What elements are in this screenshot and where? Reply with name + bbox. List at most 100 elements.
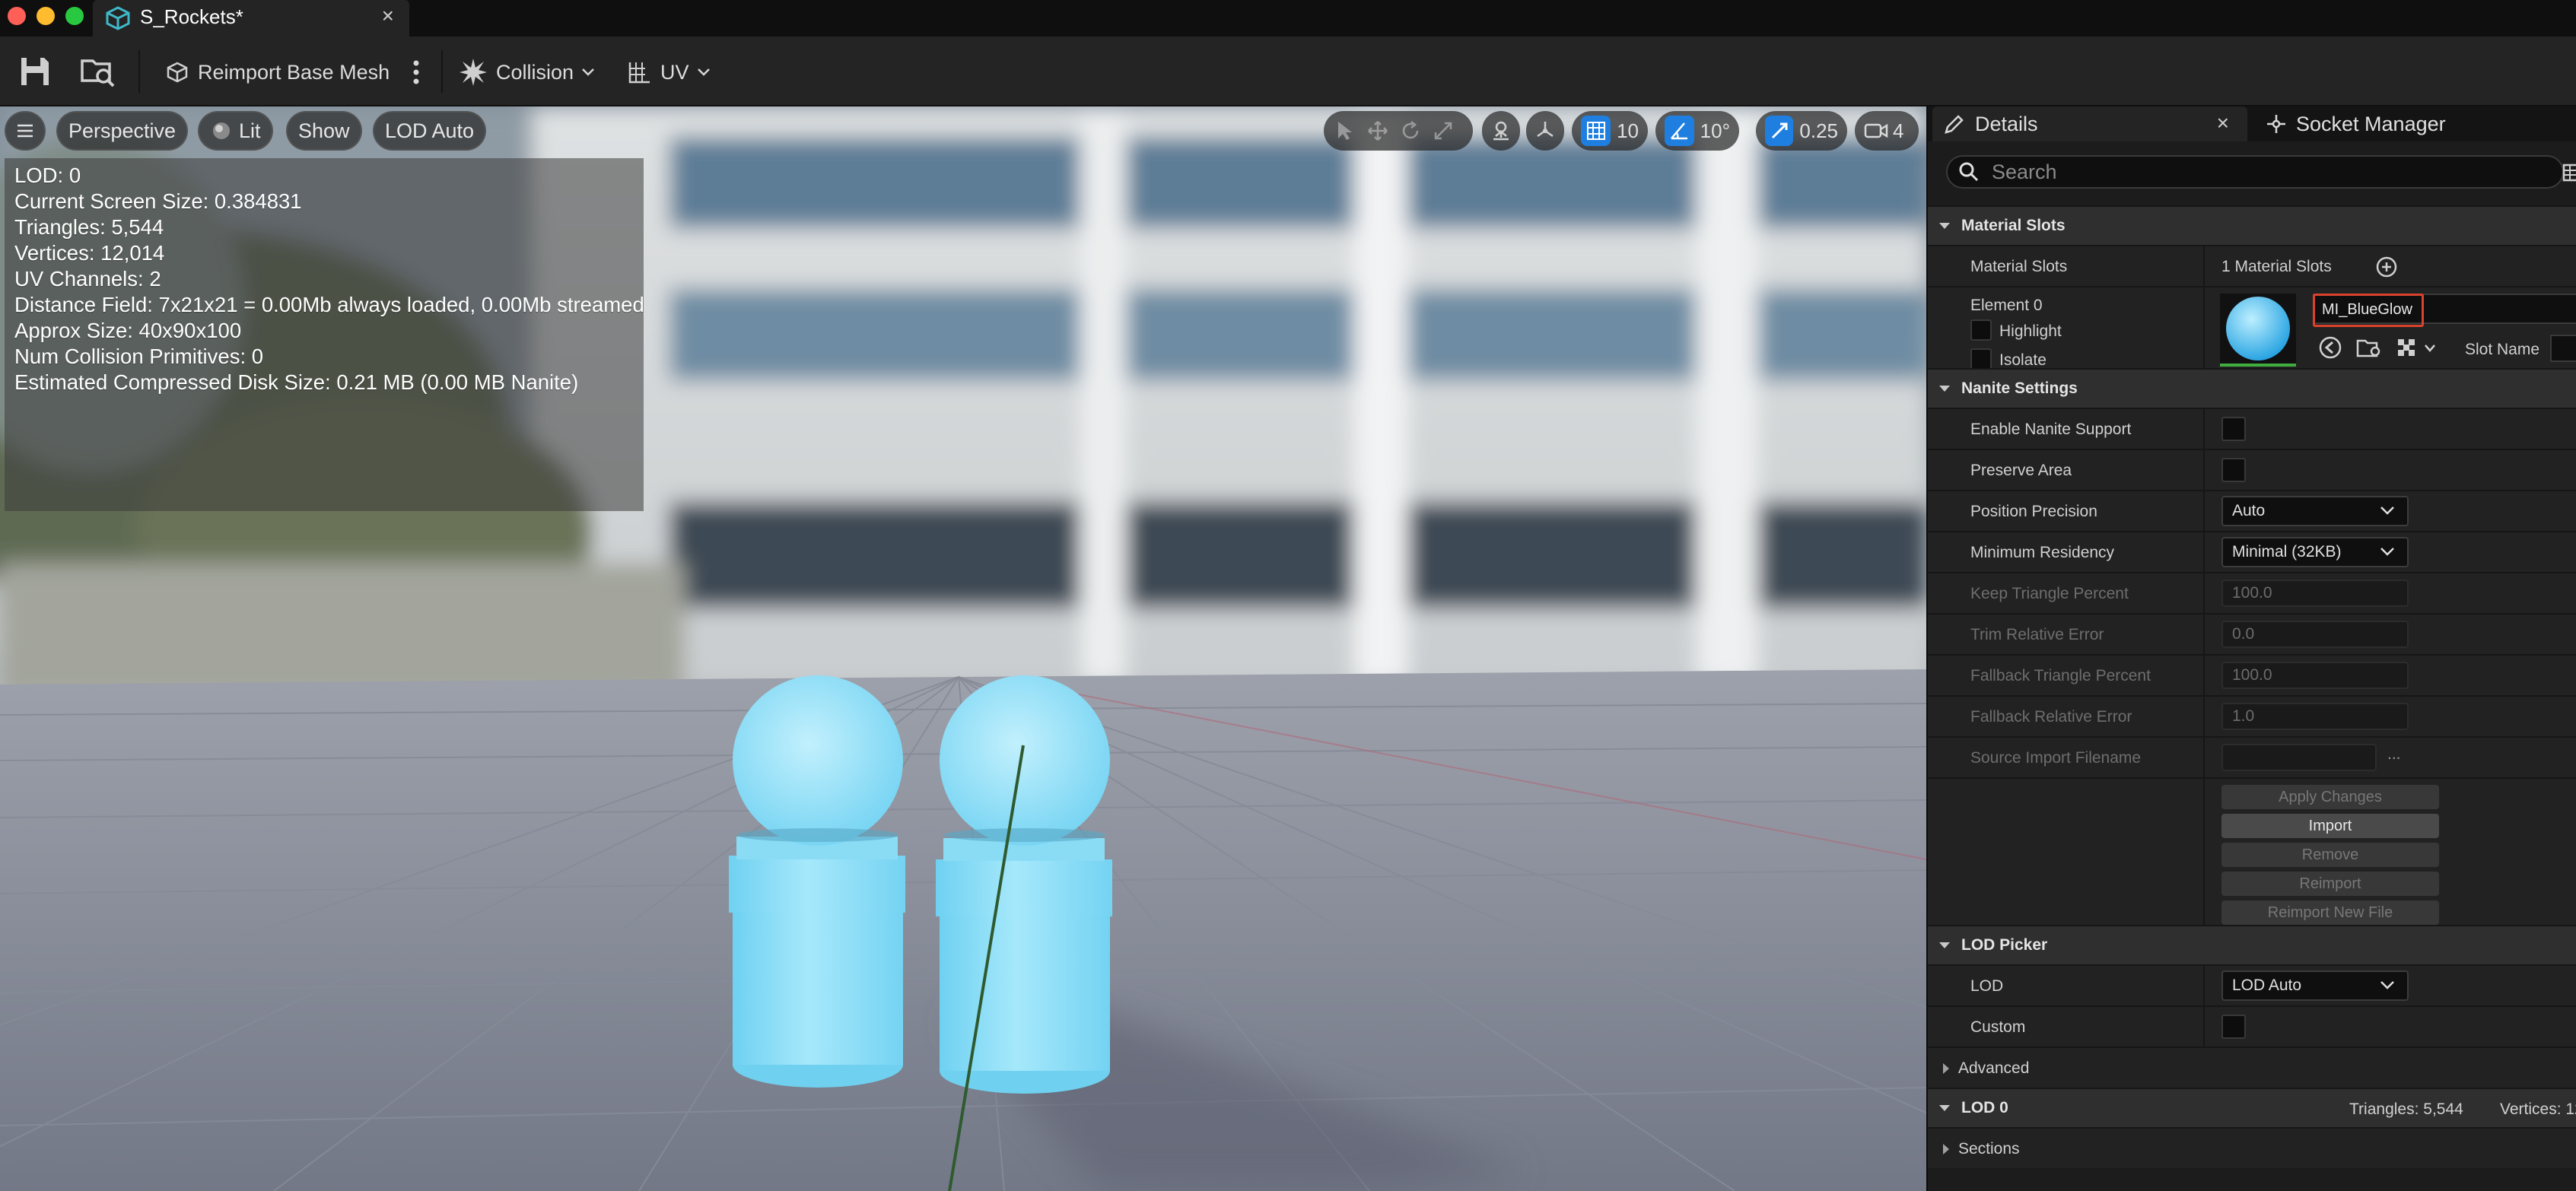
row-trim-error: Trim Relative Error 0.0 — [1928, 613, 2576, 654]
scale-snap-value: 0.25 — [1799, 119, 1838, 142]
grid-snap-control[interactable]: 10 — [1572, 111, 1648, 151]
grid-snap-icon[interactable] — [1581, 116, 1611, 146]
tab-details[interactable]: Details × — [1932, 106, 2247, 141]
isolate-checkbox[interactable] — [1970, 348, 1992, 370]
maximize-window-button[interactable] — [65, 7, 84, 25]
reimport-button[interactable]: Reimport — [2221, 872, 2439, 896]
isolate-label: Isolate — [1999, 351, 2046, 369]
trim-error-input[interactable]: 0.0 — [2221, 621, 2409, 648]
material-slot-count: 1 Material Slots — [2221, 258, 2332, 275]
toolbar: Reimport Base Mesh Collision UV — [0, 37, 2576, 106]
row-label: Preserve Area — [1970, 462, 2072, 479]
rotation-snap-control[interactable]: 10° — [1655, 111, 1739, 151]
highlight-checkbox[interactable] — [1970, 319, 1992, 341]
source-import-input[interactable] — [2221, 744, 2377, 771]
material-asset-field[interactable]: MI_BlueGlow — [2313, 294, 2576, 327]
grid-snap-value: 10 — [1617, 119, 1639, 142]
chevron-down-icon[interactable] — [2424, 344, 2436, 353]
preserve-area-checkbox[interactable] — [2221, 458, 2246, 482]
show-button[interactable]: Show — [286, 111, 362, 151]
material-thumbnail[interactable] — [2220, 294, 2296, 367]
search-icon — [1959, 162, 1979, 182]
table-view-icon[interactable] — [2562, 163, 2576, 183]
details-search[interactable] — [1946, 155, 2564, 189]
toolbar-separator — [138, 50, 140, 93]
viewport[interactable]: Perspective Lit Show LOD Auto 10 10° 0.2… — [0, 106, 1926, 1191]
camera-speed-control[interactable]: 4 — [1855, 111, 1919, 151]
reimport-new-file-button[interactable]: Reimport New File — [2221, 900, 2439, 925]
select-tool-icon[interactable] — [1333, 116, 1356, 146]
minimum-residency-select[interactable]: Minimal (32KB) — [2221, 537, 2409, 567]
remove-button[interactable]: Remove — [2221, 843, 2439, 867]
close-window-button[interactable] — [8, 7, 26, 25]
import-button[interactable]: Import — [2221, 814, 2439, 838]
rotation-snap-icon[interactable] — [1665, 116, 1694, 146]
surface-snap-button[interactable] — [1482, 111, 1520, 151]
section-material-slots[interactable]: Material Slots — [1928, 205, 2576, 245]
browse-folder-icon[interactable] — [2355, 335, 2383, 360]
scale-snap-icon[interactable] — [1765, 116, 1794, 146]
fallback-error-input[interactable]: 1.0 — [2221, 703, 2409, 730]
lod-select[interactable]: LOD Auto — [2221, 970, 2409, 1001]
search-input[interactable] — [1992, 160, 2524, 184]
chevron-down-icon — [1939, 223, 1950, 229]
close-tab-icon[interactable]: × — [382, 4, 394, 28]
row-label: Enable Nanite Support — [1970, 421, 2132, 438]
collision-dropdown[interactable]: Collision — [458, 55, 603, 90]
lod-auto-label: LOD Auto — [385, 119, 475, 142]
fallback-triangle-input[interactable]: 100.0 — [2221, 662, 2409, 689]
translate-tool-icon[interactable] — [1366, 116, 1389, 146]
checker-icon[interactable] — [2395, 336, 2418, 359]
tab-socket-label: Socket Manager — [2296, 112, 2446, 135]
add-slot-icon[interactable] — [2375, 256, 2398, 278]
chevron-down-icon — [1939, 1105, 1950, 1111]
lod0-triangles: Triangles: 5,544 — [2349, 1100, 2463, 1118]
viewport-menu-button[interactable] — [5, 111, 46, 151]
uv-dropdown[interactable]: UV — [627, 55, 718, 90]
row-advanced[interactable]: Advanced — [1928, 1046, 2576, 1088]
row-sections[interactable]: Sections — [1928, 1127, 2576, 1168]
highlight-label: Highlight — [1999, 322, 2062, 340]
save-icon[interactable] — [17, 53, 53, 90]
slot-name-input[interactable] — [2550, 335, 2576, 362]
slot-name-label: Slot Name — [2465, 341, 2540, 358]
position-precision-select[interactable]: Auto — [2221, 496, 2409, 526]
chevron-down-icon — [1939, 386, 1950, 392]
static-mesh-icon — [106, 6, 130, 30]
document-tab-title: S_Rockets* — [140, 5, 243, 28]
apply-changes-button[interactable]: Apply Changes — [2221, 785, 2439, 809]
input-value: 1.0 — [2232, 707, 2255, 725]
stat-line: Current Screen Size: 0.384831 — [14, 189, 302, 213]
section-lod-picker[interactable]: LOD Picker — [1928, 925, 2576, 964]
scale-tool-icon[interactable] — [1431, 116, 1455, 146]
enable-nanite-checkbox[interactable] — [2221, 417, 2246, 441]
document-tab[interactable]: S_Rockets* × — [93, 0, 409, 37]
world-local-button[interactable] — [1526, 111, 1564, 151]
stat-line: Approx Size: 40x90x100 — [14, 319, 242, 342]
input-value: 0.0 — [2232, 625, 2255, 643]
more-options-button[interactable] — [412, 55, 428, 90]
lod-auto-button[interactable]: LOD Auto — [373, 111, 487, 151]
lit-sphere-icon — [213, 122, 230, 139]
section-nanite-settings[interactable]: Nanite Settings — [1928, 368, 2576, 408]
close-details-tab-icon[interactable]: × — [2217, 111, 2229, 135]
row-label: Minimum Residency — [1970, 544, 2115, 561]
view-mode-button[interactable]: Perspective — [56, 111, 189, 151]
camera-speed-value: 4 — [1893, 119, 1904, 142]
rotate-tool-icon[interactable] — [1398, 116, 1422, 146]
row-fallback-error: Fallback Relative Error 1.0 — [1928, 695, 2576, 736]
details-panel: Details × Socket Manager Material Slots … — [1926, 106, 2576, 1191]
use-selected-icon[interactable] — [2317, 335, 2343, 360]
section-lod-0[interactable]: LOD 0 Triangles: 5,544 Vertices: 12,014 — [1928, 1088, 2576, 1127]
row-nanite-actions: Apply Changes Import Remove Reimport Rei… — [1928, 777, 2576, 925]
row-label: Source Import Filename — [1970, 749, 2142, 767]
keep-triangle-input[interactable]: 100.0 — [2221, 580, 2409, 607]
browse-source-button[interactable]: ... — [2387, 745, 2401, 764]
minimize-window-button[interactable] — [37, 7, 55, 25]
scale-snap-control[interactable]: 0.25 — [1756, 111, 1847, 151]
reimport-base-mesh-button[interactable]: Reimport Base Mesh — [164, 55, 390, 90]
tab-socket-manager[interactable]: Socket Manager — [2256, 106, 2446, 141]
lit-mode-button[interactable]: Lit — [198, 111, 273, 151]
browse-asset-icon[interactable] — [79, 53, 116, 90]
custom-lod-checkbox[interactable] — [2221, 1015, 2246, 1039]
